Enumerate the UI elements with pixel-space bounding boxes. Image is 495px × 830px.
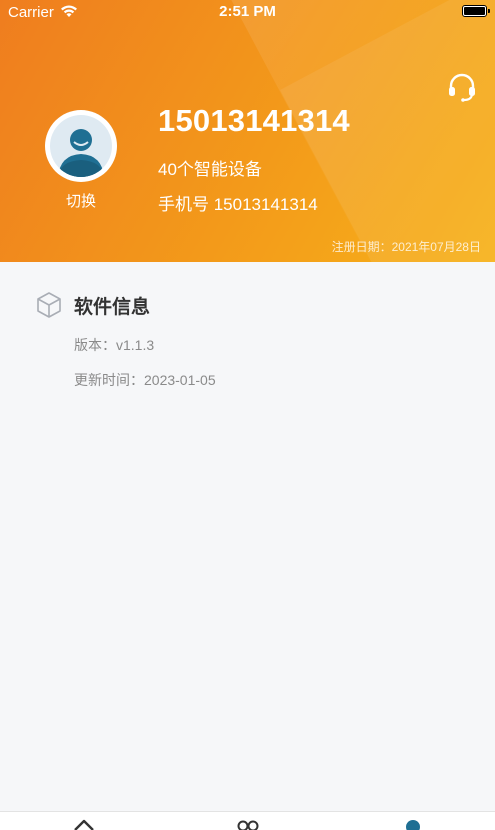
section-title: 软件信息 [74,292,150,319]
main-content: 软件信息 版本：v1.1.3 更新时间：2023-01-05 [0,262,495,812]
status-bar: Carrier 2:51 PM [0,0,495,24]
account-title: 15013141314 [158,103,350,139]
headset-icon[interactable] [446,72,478,104]
switch-account-button[interactable]: 切换 [45,190,117,211]
devices-icon[interactable] [236,818,260,830]
version-text: 版本：v1.1.3 [74,335,154,355]
tab-bar [0,811,495,830]
battery-icon [462,5,487,17]
register-date: 注册日期：2021年07月28日 [332,238,481,255]
profile-icon[interactable] [401,818,425,830]
phone-number: 手机号 15013141314 [158,190,318,215]
update-time-text: 更新时间：2023-01-05 [74,370,216,390]
home-icon[interactable] [72,818,96,830]
avatar[interactable] [45,110,117,182]
profile-header: Carrier 2:51 PM 切换 15013141314 40个智能设备 手… [0,0,495,262]
user-avatar-icon [50,115,112,177]
device-count: 40个智能设备 [158,155,262,180]
clock: 2:51 PM [0,3,495,20]
cube-icon [36,291,62,319]
